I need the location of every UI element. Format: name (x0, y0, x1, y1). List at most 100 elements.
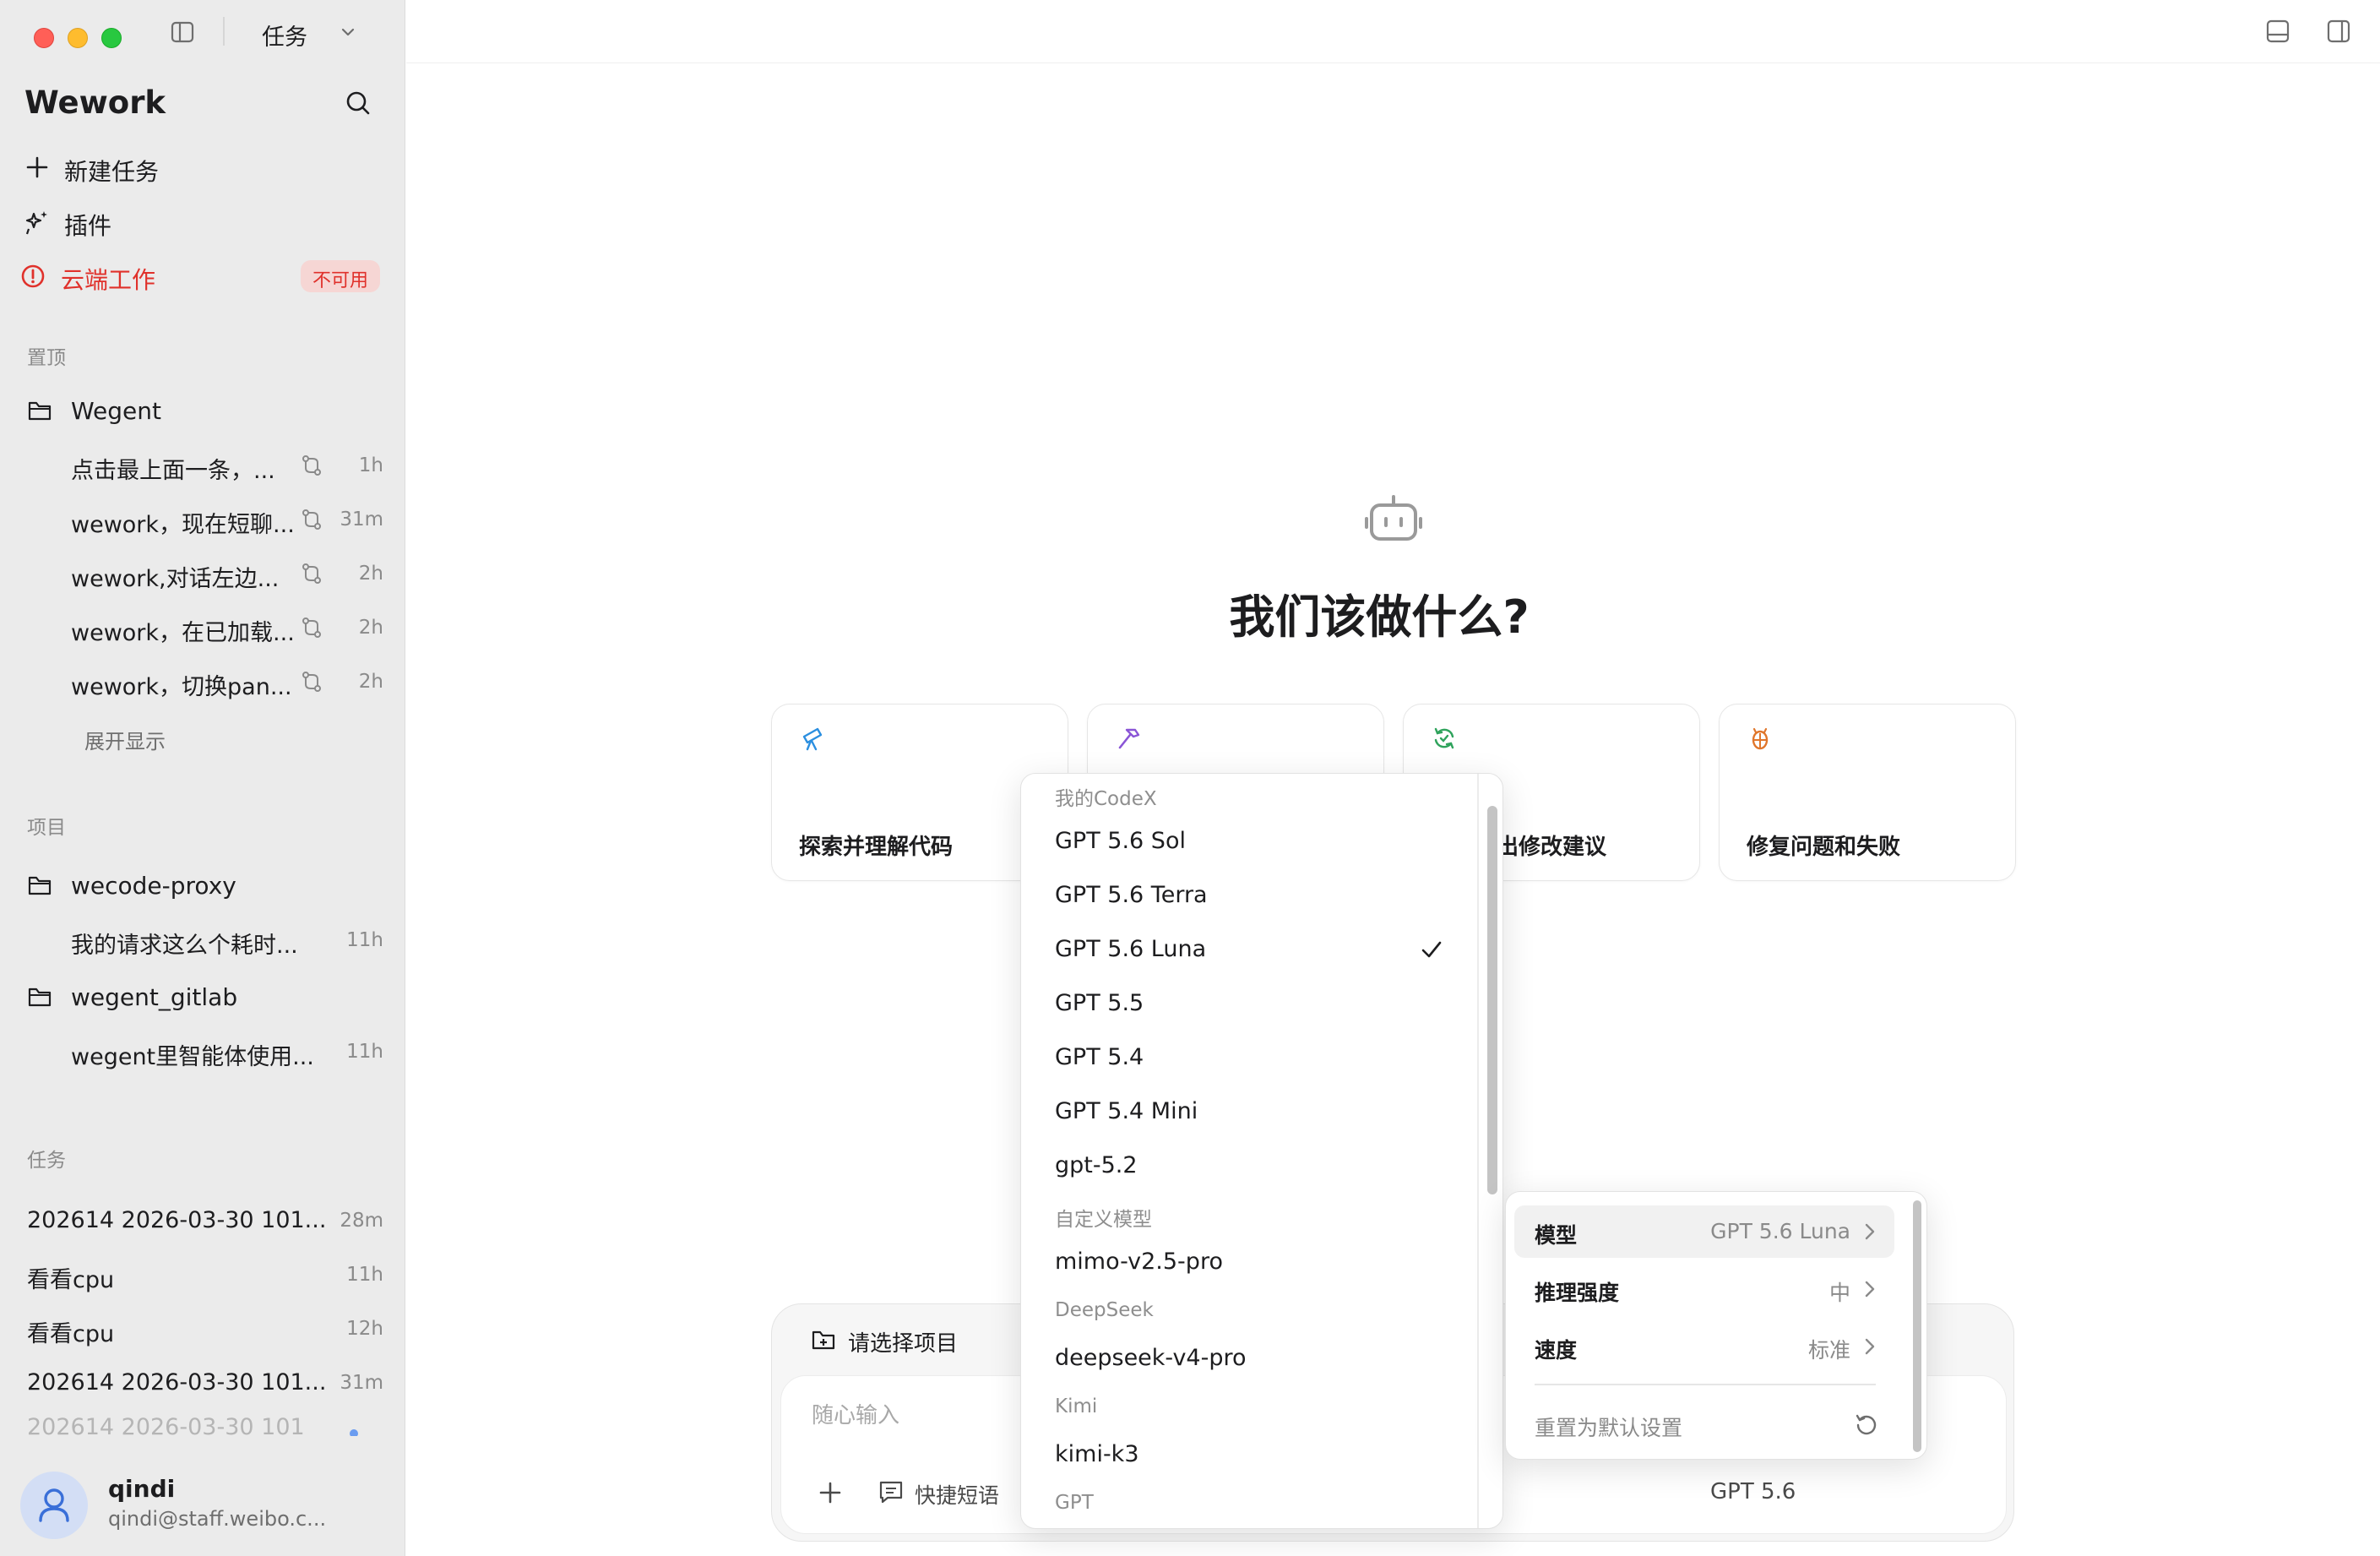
unavailable-badge: 不可用 (301, 260, 381, 292)
checkmark-icon (1420, 938, 1443, 961)
list-item[interactable]: 202614 2026-03-30 101 (15, 1411, 387, 1436)
menu-item-model[interactable]: deepseek-v4-pro (1055, 1345, 1247, 1371)
new-task-button[interactable]: 新建任务 (15, 149, 387, 188)
folder-wegent-gitlab[interactable]: wegent_gitlab (15, 977, 387, 1019)
menu-item-model-selected[interactable]: GPT 5.6 Luna (1055, 936, 1206, 962)
list-item-time: 2h (358, 617, 383, 639)
message-input[interactable]: 随心输入 (812, 1398, 899, 1429)
cloud-work-button[interactable]: 云端工作 不可用 (15, 257, 387, 296)
reset-label: 重置为默认设置 (1535, 1416, 1683, 1440)
list-item-time: 11h (346, 1041, 383, 1063)
setting-value: 标准 (1807, 1338, 1850, 1363)
card-label: 探索并理解代码 (799, 835, 954, 860)
folder-name: wegent_gitlab (71, 983, 238, 1011)
menu-item-model[interactable]: GPT 5.5 (1055, 990, 1144, 1016)
menu-item-model[interactable]: gpt-5.2 (1055, 1152, 1138, 1178)
chevron-right-icon (1861, 1279, 1879, 1299)
list-item-time: 12h (346, 1318, 383, 1340)
merge-icon (299, 453, 324, 478)
list-item[interactable]: wework，现在短聊... 31m (15, 498, 387, 541)
scrollbar-thumb[interactable] (1487, 806, 1497, 1194)
folder-icon (27, 873, 52, 897)
list-item-title: 202614 2026-03-30 101... (27, 1369, 327, 1396)
folder-wecode-proxy[interactable]: wecode-proxy (15, 865, 387, 907)
chevron-down-icon (340, 24, 356, 41)
list-item-time: 11h (346, 929, 383, 951)
menu-item-model[interactable]: GPT 5.6 Terra (1055, 882, 1208, 908)
menu-group-label: 我的CodeX (1055, 788, 1157, 810)
popover-divider (1535, 1384, 1876, 1385)
menu-item-model[interactable]: GPT 5.4 Mini (1055, 1098, 1198, 1124)
list-item-title: wework，现在短聊... (71, 512, 295, 538)
list-item[interactable]: wework，切换pan... 2h (15, 661, 387, 703)
toggle-bottom-panel-icon[interactable] (2265, 19, 2290, 44)
add-attachment-icon[interactable] (818, 1481, 842, 1504)
folder-icon (27, 399, 52, 422)
menu-item-model[interactable]: GPT 5.6 Sol (1055, 828, 1186, 854)
list-item[interactable]: wework，在已加载... 2h (15, 607, 387, 649)
list-item-title: 看看cpu (27, 1321, 115, 1347)
suggestion-card-fix[interactable]: 修复问题和失败 (1719, 704, 2016, 881)
menu-item-model[interactable]: mimo-v2.5-pro (1055, 1249, 1223, 1275)
merge-icon (299, 507, 324, 532)
setting-row-reasoning[interactable]: 推理强度 中 (1514, 1263, 1894, 1315)
minimize-window-button[interactable] (68, 28, 88, 48)
pinned-section-label: 置顶 (27, 347, 66, 369)
list-item-title: wework,对话左边... (71, 566, 280, 592)
view-selector-label: 任务 (262, 24, 307, 51)
folder-icon (27, 985, 52, 1009)
robot-icon (1365, 493, 1422, 544)
plugins-button[interactable]: 插件 (15, 203, 387, 242)
refresh-icon (1431, 725, 1458, 752)
list-item-title: 看看cpu (27, 1267, 115, 1293)
setting-row-speed[interactable]: 速度 标准 (1514, 1320, 1894, 1373)
tasks-section-label: 任务 (27, 1150, 66, 1172)
list-item[interactable]: 202614 2026-03-30 101... 31m (15, 1362, 387, 1404)
menu-item-model[interactable]: kimi-k3 (1055, 1441, 1139, 1467)
popover-scrollbar[interactable] (1913, 1200, 1921, 1452)
list-item[interactable]: 点击最上面一条，... 1h (15, 444, 387, 487)
scroll-track (1477, 774, 1479, 1528)
setting-label: 速度 (1535, 1338, 1578, 1363)
quick-phrases-label: 快捷短语 (915, 1483, 1000, 1508)
user-profile[interactable]: qindi qindi@staff.weibo.c... (0, 1439, 404, 1556)
list-item[interactable]: 202614 2026-03-30 101... 28m (15, 1200, 387, 1242)
cloud-work-label: 云端工作 (61, 266, 156, 294)
list-item-title: wegent里智能体使用... (71, 1044, 314, 1070)
list-item[interactable]: 我的请求这么个耗时... 11h (15, 919, 387, 961)
model-settings-popover: 模型 GPT 5.6 Luna 推理强度 中 速度 标准 重置为默认设置 (1505, 1191, 1927, 1460)
reset-defaults-button[interactable]: 重置为默认设置 (1514, 1398, 1894, 1450)
list-item-title: 点击最上面一条，... (71, 458, 275, 484)
list-item[interactable]: 看看cpu 12h (15, 1308, 387, 1350)
menu-group-label: Kimi (1055, 1396, 1098, 1417)
setting-value: GPT 5.6 Luna (1710, 1219, 1850, 1243)
list-item-time: 28m (340, 1210, 383, 1232)
avatar (20, 1472, 88, 1539)
list-item-title: wework，在已加载... (71, 620, 295, 646)
expand-button[interactable]: 展开显示 (84, 725, 166, 754)
list-item-title: 202614 2026-03-30 101... (27, 1207, 327, 1233)
zoom-window-button[interactable] (101, 28, 122, 48)
toggle-sidebar-icon[interactable] (171, 20, 194, 44)
merge-icon (299, 615, 324, 640)
menu-group-label: 自定义模型 (1055, 1209, 1152, 1231)
user-email: qindi@staff.weibo.c... (108, 1507, 327, 1531)
list-item[interactable]: wework,对话左边... 2h (15, 552, 387, 595)
model-dropdown-menu: 我的CodeX GPT 5.6 Sol GPT 5.6 Terra GPT 5.… (1020, 773, 1503, 1529)
folder-wegent[interactable]: Wegent (15, 390, 387, 433)
model-selector-label: GPT 5.6 (1710, 1479, 1796, 1504)
message-icon (878, 1479, 905, 1504)
telescope-icon (799, 725, 826, 752)
setting-label: 模型 (1535, 1223, 1578, 1248)
list-item-time: 1h (358, 454, 383, 476)
setting-row-model[interactable]: 模型 GPT 5.6 Luna (1514, 1205, 1894, 1258)
folder-name: Wegent (71, 397, 161, 425)
list-item[interactable]: 看看cpu 11h (15, 1254, 387, 1296)
list-item[interactable]: wegent里智能体使用... 11h (15, 1031, 387, 1073)
setting-value: 中 (1828, 1281, 1850, 1305)
search-icon[interactable] (345, 90, 372, 117)
menu-item-model[interactable]: GPT 5.4 (1055, 1044, 1144, 1070)
running-indicator (350, 1429, 358, 1436)
toggle-right-panel-icon[interactable] (2326, 19, 2351, 44)
close-window-button[interactable] (34, 28, 54, 48)
